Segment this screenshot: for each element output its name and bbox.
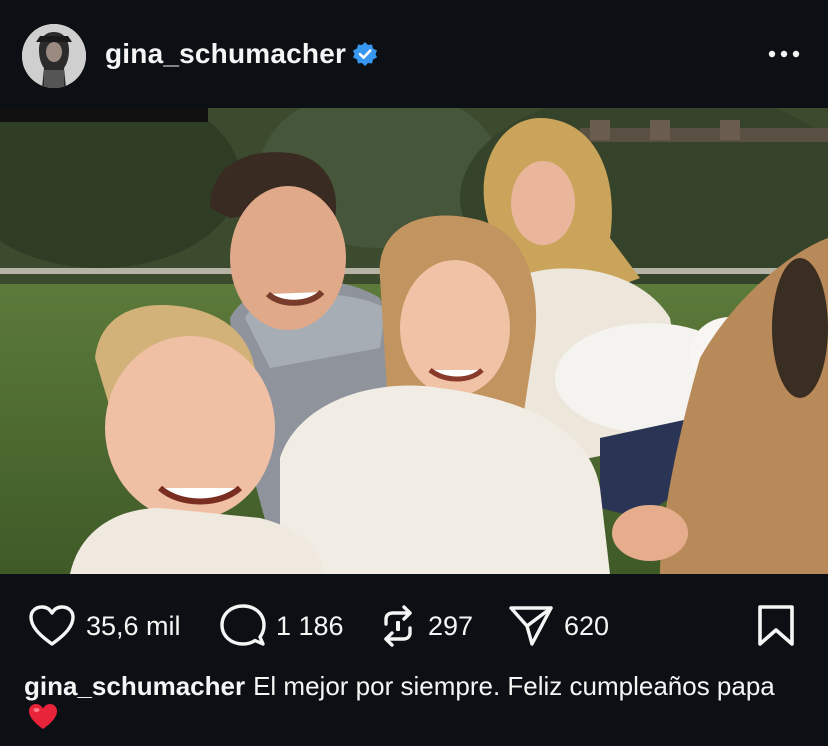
bookmark-icon: [758, 605, 794, 646]
red-heart-emoji-icon: [29, 704, 57, 729]
like-button[interactable]: 35,6 mil: [28, 604, 181, 648]
save-button[interactable]: [756, 604, 796, 648]
share-count: 620: [564, 610, 610, 641]
heart-icon: [29, 605, 75, 646]
post-photo[interactable]: [0, 108, 828, 574]
post-header: gina_schumacher: [0, 0, 828, 108]
comment-icon: [220, 604, 266, 646]
family-photo-illustration: [0, 108, 828, 574]
comment-count: 1 186: [276, 610, 344, 641]
send-icon: [509, 606, 553, 646]
action-bar: 35,6 mil 1 186 297 620: [0, 574, 828, 674]
repost-button[interactable]: 297: [378, 604, 473, 648]
like-count: 35,6 mil: [86, 610, 181, 641]
repost-icon: [384, 605, 412, 647]
comment-button[interactable]: 1 186: [220, 604, 344, 648]
more-options-icon[interactable]: [764, 42, 804, 66]
repost-count: 297: [428, 610, 474, 641]
caption-username[interactable]: gina_schumacher: [24, 671, 245, 701]
avatar[interactable]: [22, 24, 86, 88]
share-button[interactable]: 620: [508, 604, 609, 648]
post-caption: gina_schumacher El mejor por siempre. Fel…: [24, 670, 804, 734]
post-username[interactable]: gina_schumacher: [105, 38, 346, 70]
caption-text: El mejor por siempre. Feliz cumpleaños p…: [253, 671, 775, 701]
verified-badge-icon: [353, 42, 377, 66]
